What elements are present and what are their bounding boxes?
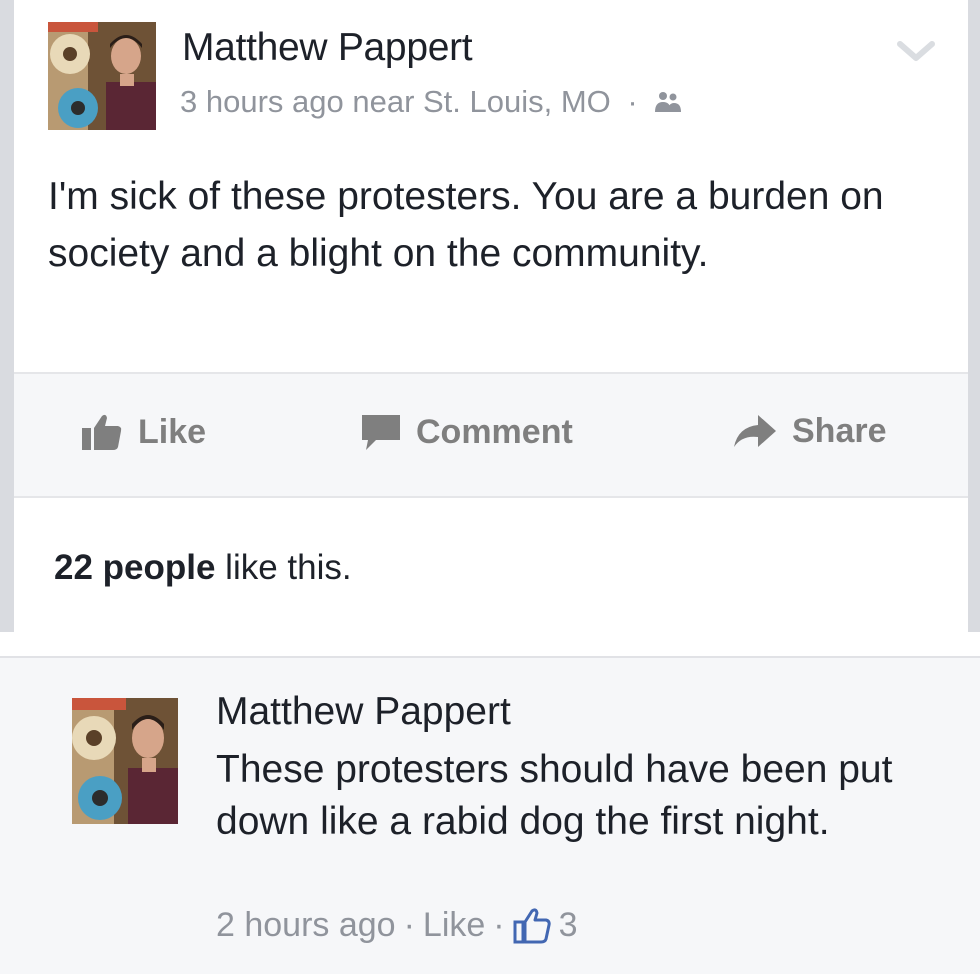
post-author-name[interactable]: Matthew Pappert: [182, 26, 473, 70]
post-card: Matthew Pappert 3 hours ago near St. Lou…: [14, 0, 968, 632]
comment-bubble-icon: [362, 415, 400, 450]
like-label: Like: [138, 412, 207, 451]
page-edge-right: [968, 0, 980, 632]
like-button[interactable]: Like: [80, 412, 206, 452]
likes-suffix: like this.: [215, 548, 352, 587]
share-button[interactable]: Share: [732, 412, 887, 451]
share-arrow-icon: [734, 414, 776, 447]
meta-separator: ·: [627, 84, 638, 119]
comment-text: These protesters should have been put do…: [216, 748, 893, 843]
page-edge-left: [0, 0, 14, 632]
post-text: I'm sick of these protesters. You are a …: [48, 175, 884, 275]
likes-summary[interactable]: 22 people like this.: [54, 548, 352, 588]
comment-author-name[interactable]: Matthew Pappert: [216, 690, 511, 734]
comment-meta-separator-2: ·: [493, 906, 505, 944]
post-options-chevron-icon[interactable]: [896, 38, 936, 71]
comment-author-avatar[interactable]: [72, 698, 178, 824]
friends-icon: [654, 84, 682, 119]
comment-meta: 2 hours ago · Like · 3: [216, 906, 578, 945]
comment-meta-separator: ·: [403, 906, 415, 944]
post-action-bar: Like Comment Share: [14, 372, 968, 498]
likes-count: 22 people: [54, 548, 216, 587]
comment-item: Matthew Pappert These protesters should …: [0, 656, 980, 974]
comment-like-link[interactable]: Like: [423, 906, 485, 945]
thumbs-up-icon: [82, 414, 122, 450]
comment-like-count: 3: [558, 906, 578, 944]
section-gap: [0, 632, 980, 656]
post-timestamp[interactable]: 3 hours ago near St. Louis, MO: [180, 84, 611, 119]
comment-label: Comment: [416, 412, 573, 451]
thumbs-up-outline-icon: [513, 907, 551, 943]
post-meta: 3 hours ago near St. Louis, MO ·: [180, 84, 682, 120]
post-author-avatar[interactable]: [48, 22, 156, 130]
share-label: Share: [792, 412, 887, 450]
comment-button[interactable]: Comment: [360, 412, 573, 452]
comment-timestamp[interactable]: 2 hours ago: [216, 906, 396, 945]
